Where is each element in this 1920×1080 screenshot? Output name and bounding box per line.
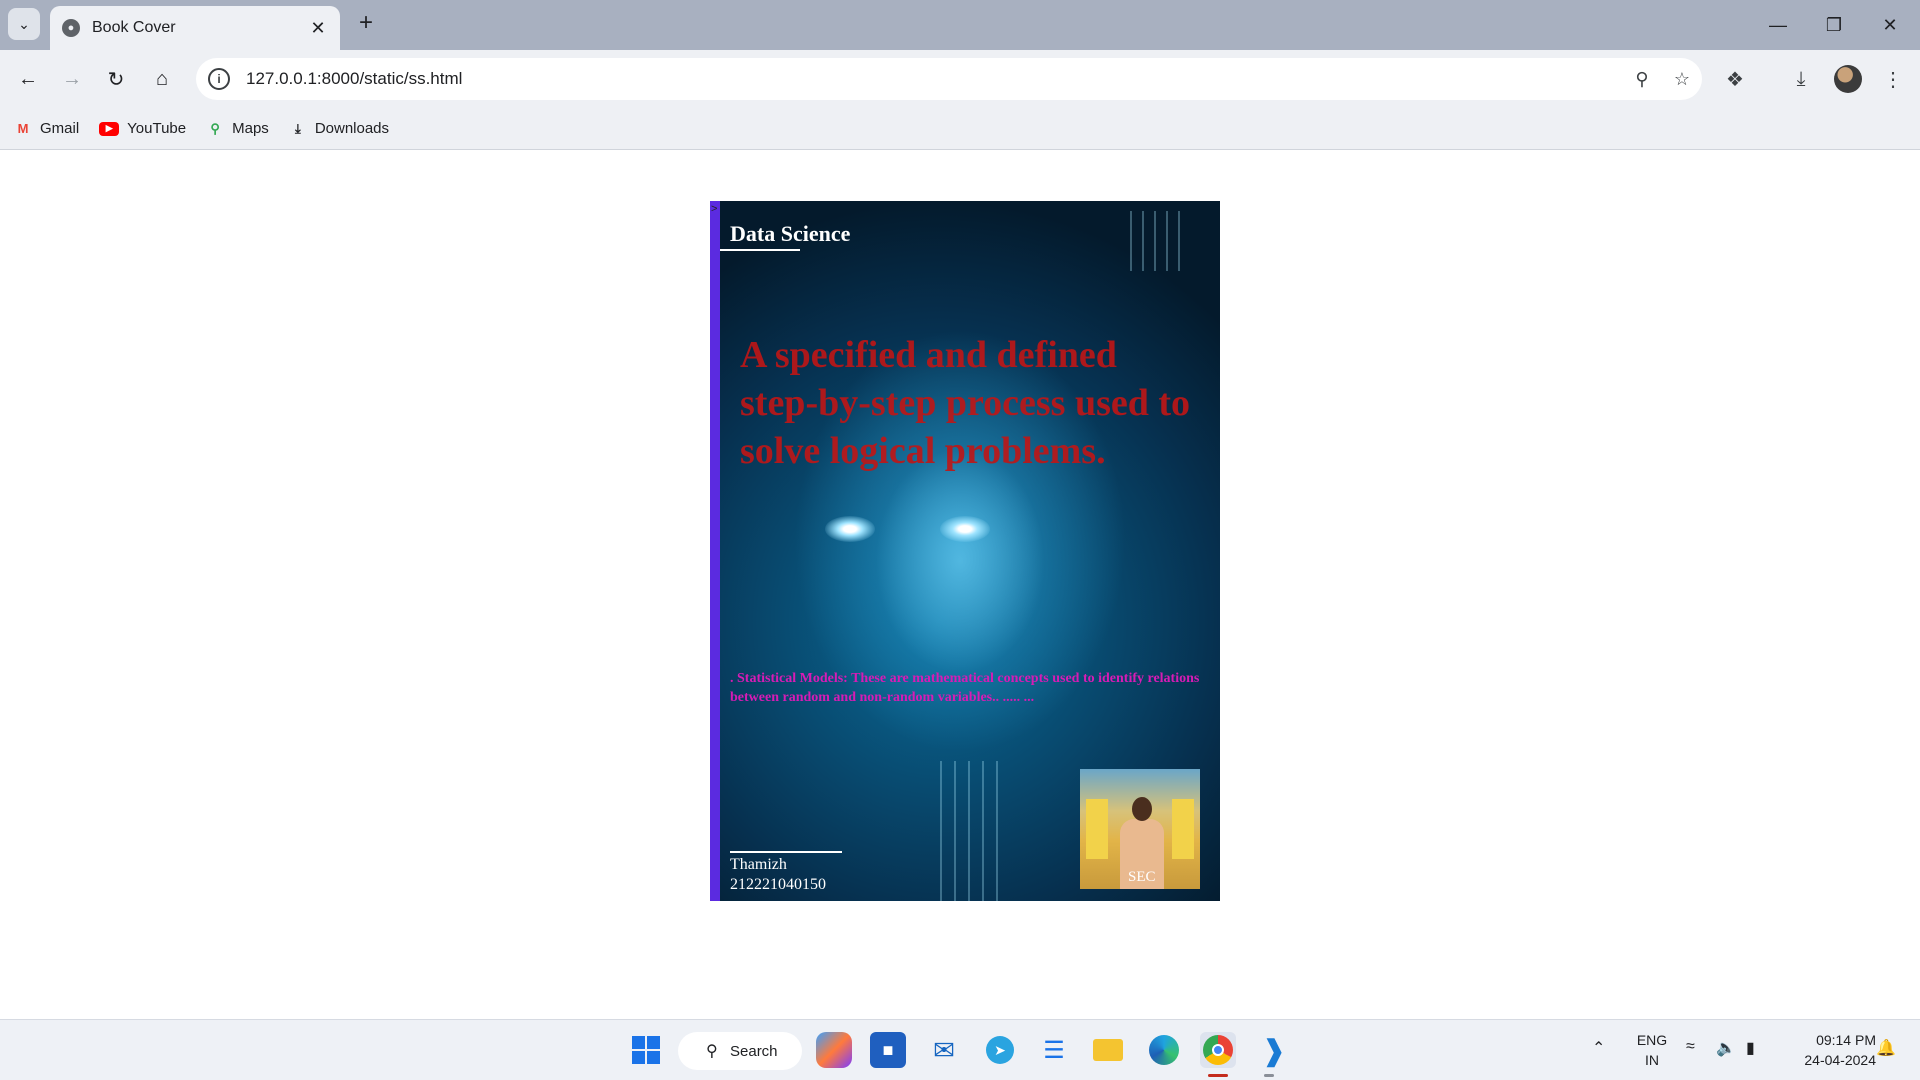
bookmark-downloads[interactable]: ⤓ Downloads [289, 120, 389, 137]
file-explorer-icon[interactable] [1090, 1032, 1126, 1068]
spine-mark: > [711, 203, 718, 215]
vscode-icon[interactable]: ❱ [1256, 1032, 1292, 1068]
author-name: Thamizh [730, 856, 787, 873]
vscode-open-indicator [1264, 1074, 1274, 1077]
chevron-down-icon: ⌄ [18, 15, 30, 32]
taskbar-search-label: Search [730, 1042, 778, 1060]
bookmark-label: Gmail [40, 120, 80, 137]
mail-icon[interactable]: ✉ [926, 1032, 962, 1068]
book-cover: > Data Science A specified and defined s… [710, 201, 1220, 901]
robot-eye-left [825, 516, 875, 542]
notification-bell-icon[interactable]: 🔔 [1876, 1038, 1896, 1058]
zoom-icon[interactable]: ⚲ [1622, 69, 1662, 90]
new-tab-button[interactable]: + [352, 10, 380, 38]
search-icon: ⚲ [706, 1043, 718, 1060]
download-icon[interactable]: ⤓ [1784, 63, 1818, 95]
author-photo: SEC [1080, 769, 1200, 889]
telegram-icon[interactable]: ➤ [982, 1032, 1018, 1068]
author-id: 212221040150 [730, 876, 826, 893]
home-button[interactable]: ⌂ [146, 63, 178, 95]
address-bar[interactable]: i 127.0.0.1:8000/static/ss.html ⚲ ☆ [196, 58, 1702, 100]
home-icon: ⌂ [155, 67, 169, 90]
browser-tab[interactable]: ● Book Cover ✕ [50, 6, 340, 50]
notepad-icon[interactable]: ☰ [1036, 1032, 1072, 1068]
copilot-icon[interactable] [816, 1032, 852, 1068]
restore-button[interactable]: ❐ [1806, 0, 1862, 50]
bookmark-youtube[interactable]: ▶ YouTube [99, 120, 186, 137]
bookmark-maps[interactable]: ⚲ Maps [206, 120, 269, 137]
volume-icon[interactable]: 🔈 [1716, 1038, 1736, 1058]
download-icon: ⤓ [294, 120, 301, 136]
chrome-icon[interactable] [1200, 1032, 1236, 1068]
clock[interactable]: 09:14 PM 24-04-2024 [1782, 1030, 1876, 1070]
cover-title: Data Science [730, 221, 851, 246]
photo-person-head [1132, 797, 1152, 821]
bookmarks-bar: M Gmail ▶ YouTube ⚲ Maps ⤓ Downloads [0, 108, 1920, 150]
circuit-line [1130, 211, 1132, 271]
circuit-line [1178, 211, 1180, 271]
start-button[interactable] [628, 1032, 664, 1068]
wifi-icon[interactable]: ≈ [1686, 1038, 1695, 1056]
store-icon[interactable]: ■ [870, 1032, 906, 1068]
language-code: ENG [1636, 1032, 1668, 1048]
back-button[interactable]: ← [12, 63, 44, 95]
photo-background [1172, 799, 1194, 859]
language-indicator[interactable]: ENG IN [1630, 1030, 1674, 1070]
circuit-line [940, 761, 942, 901]
title-bar: ⌄ ● Book Cover ✕ + — ❐ ✕ [0, 0, 1920, 50]
robot-eye-right [940, 516, 990, 542]
close-window-button[interactable]: ✕ [1862, 0, 1918, 50]
extensions-icon[interactable]: ❖ [1718, 63, 1752, 95]
windows-logo-icon [632, 1036, 660, 1064]
photo-background [1086, 799, 1108, 859]
maps-icon: ⚲ [210, 120, 220, 136]
photo-label: SEC [1128, 869, 1156, 885]
circuit-line [996, 761, 998, 901]
taskbar-search[interactable]: ⚲ Search [678, 1032, 802, 1070]
reload-icon: ↻ [107, 68, 125, 91]
chevron-up-icon[interactable]: ⌃ [1592, 1038, 1605, 1058]
title-underline [720, 249, 800, 251]
circuit-line [1154, 211, 1156, 271]
site-info-icon[interactable]: i [208, 68, 230, 90]
arrow-left-icon: ← [18, 67, 38, 90]
arrow-right-icon: → [62, 67, 82, 90]
circuit-line [1142, 211, 1144, 271]
profile-avatar[interactable] [1834, 65, 1862, 93]
cover-spine [710, 201, 720, 901]
reload-button[interactable]: ↻ [100, 63, 132, 95]
taskbar: ⚲ Search ■ ✉ ➤ ☰ ❱ ⌃ ENG IN ≈ 🔈 ▮ 09:14 … [0, 1019, 1920, 1080]
tab-title: Book Cover [92, 19, 176, 36]
url-text[interactable]: 127.0.0.1:8000/static/ss.html [246, 69, 1622, 89]
close-tab-icon[interactable]: ✕ [308, 18, 328, 39]
bookmark-label: Maps [232, 120, 269, 137]
page-viewport: > Data Science A specified and defined s… [0, 151, 1920, 1019]
chrome-active-indicator [1208, 1074, 1228, 1077]
circuit-line [982, 761, 984, 901]
minimize-button[interactable]: — [1750, 0, 1806, 50]
tab-search-button[interactable]: ⌄ [8, 8, 40, 40]
region-code: IN [1645, 1052, 1659, 1068]
gmail-icon: M [17, 121, 29, 136]
bookmark-gmail[interactable]: M Gmail [14, 120, 80, 137]
menu-kebab-icon[interactable]: ⋮ [1876, 63, 1910, 95]
author-underline [730, 851, 842, 853]
globe-icon: ● [62, 19, 80, 37]
circuit-line [968, 761, 970, 901]
bookmark-label: YouTube [127, 120, 187, 137]
battery-icon[interactable]: ▮ [1746, 1038, 1755, 1058]
edge-icon[interactable] [1146, 1032, 1182, 1068]
clock-date: 24-04-2024 [1804, 1052, 1876, 1068]
cover-blurb: . Statistical Models: These are mathemat… [730, 671, 1200, 705]
clock-time: 09:14 PM [1816, 1032, 1876, 1048]
author-block: Thamizh 212221040150 [730, 855, 826, 895]
circuit-line [1166, 211, 1168, 271]
cover-headline: A specified and defined step-by-step pro… [740, 334, 1191, 472]
youtube-icon: ▶ [99, 121, 120, 136]
bookmark-star-icon[interactable]: ☆ [1662, 69, 1702, 90]
browser-toolbar: ← → ↻ ⌂ i 127.0.0.1:8000/static/ss.html … [0, 50, 1920, 108]
forward-button[interactable]: → [56, 63, 88, 95]
circuit-line [954, 761, 956, 901]
bookmark-label: Downloads [314, 120, 390, 137]
